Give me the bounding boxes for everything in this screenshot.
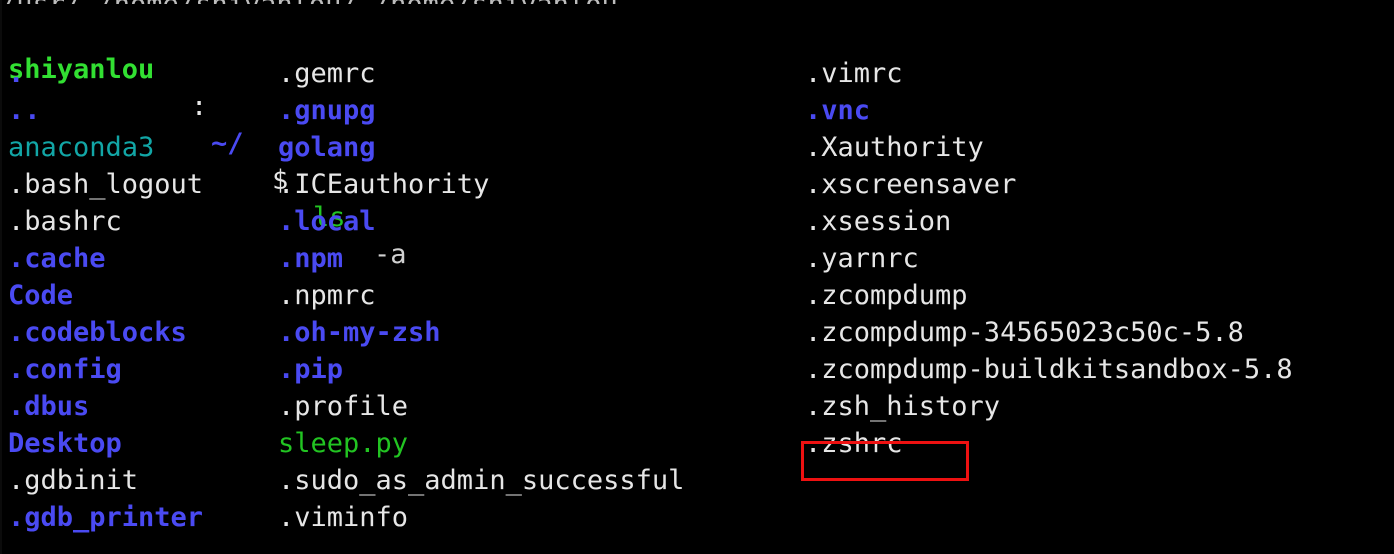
- ls-entry: .: [8, 58, 25, 89]
- ls-entry: .vimrc: [805, 58, 903, 89]
- ls-entry: .ICEauthority: [278, 169, 490, 200]
- ls-entry: .config: [8, 354, 122, 385]
- command-args: -a: [374, 239, 407, 270]
- prompt-user: shiyanlou: [8, 54, 155, 85]
- ls-entry: .gdb_printer: [8, 502, 204, 533]
- ls-entry: .cache: [8, 243, 106, 274]
- ls-entry: .pip: [278, 354, 344, 385]
- ls-entry: .viminfo: [278, 502, 409, 533]
- ls-entry: .zcompdump-buildkitsandbox-5.8: [805, 354, 1293, 385]
- ls-entry: .dbus: [8, 391, 90, 422]
- prompt-path: ~/: [211, 128, 244, 159]
- ls-entry: ..: [8, 95, 41, 126]
- ls-entry: .npmrc: [278, 280, 376, 311]
- ls-entry: .sudo_as_admin_successful: [278, 465, 685, 496]
- ls-entry: Desktop: [8, 428, 122, 459]
- ls-entry: .zsh_history: [805, 391, 1001, 422]
- ls-entry: .profile: [278, 391, 409, 422]
- ls-entry: sleep.py: [278, 428, 409, 459]
- ls-entry: .zcompdump: [805, 280, 968, 311]
- ls-entry: anaconda3: [8, 132, 155, 163]
- ls-entry: .gemrc: [278, 58, 376, 89]
- ls-entry: .bash_logout: [8, 169, 204, 200]
- prompt-line: shiyanlou : ~/ $ ls -a: [0, 14, 1394, 270]
- ls-entry: .Xauthority: [805, 132, 984, 163]
- ls-entry: .gnupg: [278, 95, 376, 126]
- ls-entry: .xscreensaver: [805, 169, 1017, 200]
- terminal-window[interactable]: /usr/,/home/shiyanlou/,/home/shiyanlou s…: [0, 0, 1394, 554]
- ls-entry: .zcompdump-34565023c50c-5.8: [805, 317, 1244, 348]
- ls-entry: .xsession: [805, 206, 952, 237]
- ls-entry: .yarnrc: [805, 243, 919, 274]
- scrollback-partial-line: /usr/,/home/shiyanlou/,/home/shiyanlou: [0, 0, 1394, 4]
- ls-entry: .codeblocks: [8, 317, 187, 348]
- ls-entry: .oh-my-zsh: [278, 317, 441, 348]
- ls-entry: Code: [8, 280, 74, 311]
- ls-entry: .vnc: [805, 95, 871, 126]
- ls-entry: golang: [278, 132, 376, 163]
- ls-entry: .zshrc: [805, 428, 903, 459]
- ls-entry: .gdbinit: [8, 465, 139, 496]
- ls-entry: .npm: [278, 243, 344, 274]
- ls-entry: .local: [278, 206, 376, 237]
- prompt-colon: :: [191, 91, 208, 122]
- ls-entry: .bashrc: [8, 206, 122, 237]
